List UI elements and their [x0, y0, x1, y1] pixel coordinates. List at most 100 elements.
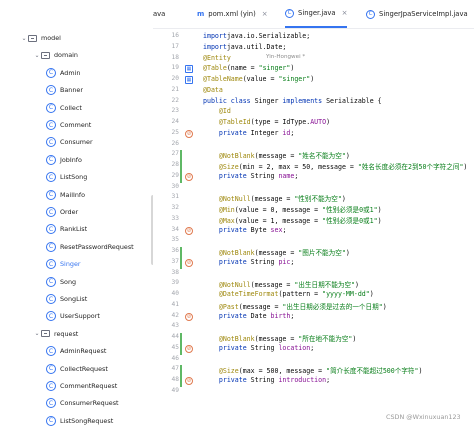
tree-class-jobinfo[interactable]: C JobInfo [46, 152, 82, 168]
close-tab-icon[interactable]: × [262, 10, 268, 18]
code-token: (pattern = [278, 290, 323, 298]
tree-class-commentrequest[interactable]: C CommentRequest [46, 378, 117, 394]
code-token: "出生日期必须是过去的一个日期" [282, 302, 383, 311]
tree-class-resetpasswordrequest[interactable]: C ResetPasswordRequest [46, 239, 134, 255]
tree-folder-domain[interactable]: ⌄ domain [33, 47, 77, 63]
vcs-change-marker[interactable] [180, 343, 182, 355]
tree-class-ranklist[interactable]: C RankList [46, 221, 87, 237]
field-gutter-icon[interactable]: ⊘ [185, 312, 193, 321]
vcs-change-marker[interactable] [180, 365, 182, 376]
vcs-change-marker[interactable] [180, 376, 182, 387]
tab-singerjpaserviceimpl-java[interactable]: CSingerJpaServiceImpl.java× [366, 0, 474, 28]
code-token: ) [341, 195, 346, 204]
code-token: (message = [250, 195, 295, 204]
code-line: private Byte sex; [203, 226, 287, 234]
tree-class-consumer[interactable]: C Consumer [46, 134, 93, 150]
tree-class-collect[interactable]: C Collect [46, 100, 82, 116]
tree-class-collectrequest[interactable]: C CollectRequest [46, 361, 108, 377]
tree-item-label: request [54, 329, 79, 338]
code-token: name [278, 171, 295, 180]
code-line: @NotBlank(message = "图片不能为空") [203, 247, 350, 257]
code-token: java.util.Date; [226, 42, 287, 51]
tree-class-consumerrequest[interactable]: C ConsumerRequest [46, 395, 119, 411]
code-token: @TableId [218, 118, 251, 126]
code-token: ; [290, 311, 295, 320]
vcs-change-marker[interactable] [180, 247, 182, 258]
field-gutter-icon[interactable]: ⊘ [185, 344, 193, 353]
chevron-down-icon[interactable]: ⌄ [33, 330, 41, 337]
close-tab-icon[interactable]: × [342, 9, 348, 17]
tree-class-adminrequest[interactable]: C AdminRequest [46, 343, 106, 359]
code-token: @DateTimeFormat [218, 290, 279, 298]
line-number: 29 [171, 171, 179, 179]
editor-tab-bar: ava m pom.xml (yin) × C Singer.java × C SingerJp… [153, 0, 474, 29]
tree-class-admin[interactable]: C Admin [46, 65, 80, 81]
tree-class-listsong[interactable]: C ListSong [46, 169, 87, 185]
line-number: 37 [171, 257, 179, 265]
code-line: @NotNull(message = "性别不能为空") [203, 193, 346, 203]
field-gutter-icon[interactable]: ⊘ [185, 258, 193, 267]
tab-label: SingerJpaServiceImpl.java [379, 10, 468, 18]
code-token: ) [310, 75, 315, 83]
tree-item-label: Singer [60, 260, 81, 269]
field-gutter-icon[interactable]: ⊘ [185, 172, 193, 181]
code-token: private [218, 128, 247, 137]
tree-item-label: AdminRequest [60, 347, 107, 356]
field-gutter-icon[interactable]: ⊘ [185, 377, 193, 385]
java-class-icon: C [46, 294, 56, 304]
code-token: @NotBlank [218, 249, 255, 257]
tab-label: ava [153, 10, 166, 18]
tab-singer-java[interactable]: C Singer.java × [285, 0, 348, 28]
code-line: @TableName(value = "singer") [203, 75, 314, 83]
tree-class-usersupport[interactable]: C UserSupport [46, 308, 100, 324]
vcs-change-marker[interactable] [180, 171, 182, 183]
code-token: private [218, 171, 247, 180]
vcs-change-marker[interactable] [180, 150, 182, 161]
database-table-icon[interactable]: ▦ [185, 76, 193, 84]
code-token: (min = 2, max = 50, message = [238, 163, 358, 171]
tab-pom-xml-yin[interactable]: m pom.xml (yin) × [197, 0, 268, 28]
code-token: @NotBlank [218, 335, 255, 343]
tree-folder-model[interactable]: ⌄ model [20, 30, 60, 46]
tree-folder-request[interactable]: ⌄ request [33, 326, 78, 342]
tree-class-song[interactable]: C Song [46, 274, 76, 290]
field-gutter-icon[interactable]: ⊘ [185, 226, 193, 235]
tree-class-mailinfo[interactable]: C MailInfo [46, 187, 85, 203]
tree-class-songlist[interactable]: C SongList [46, 291, 87, 307]
code-token: location [278, 343, 311, 352]
code-token: (message = [254, 249, 299, 257]
code-token: AUTO [310, 118, 327, 126]
java-class-icon: C [46, 224, 56, 235]
tab-ava[interactable]: ava [153, 0, 165, 28]
line-number: 35 [171, 236, 179, 244]
database-table-icon[interactable]: ▦ [185, 65, 193, 74]
java-class-icon: C [46, 276, 56, 287]
chevron-down-icon[interactable]: ⌄ [20, 35, 28, 42]
line-number: 26 [171, 139, 179, 147]
vcs-change-marker[interactable] [180, 161, 182, 172]
tree-class-singer[interactable]: C Singer [46, 256, 81, 272]
tree-class-comment[interactable]: C Comment [46, 117, 91, 133]
code-token: String [246, 257, 279, 266]
line-number: 41 [171, 300, 179, 308]
code-token: "性别必须是0或1" [322, 206, 378, 214]
vcs-change-marker[interactable] [180, 333, 182, 344]
vcs-change-marker[interactable] [180, 257, 182, 269]
code-token: @NotNull [218, 195, 251, 204]
code-line: @Entity [203, 54, 231, 62]
tree-class-listsongrequest[interactable]: C ListSongRequest [46, 413, 113, 426]
code-line: private String introduction; [203, 376, 330, 384]
code-token: @Entity [203, 53, 231, 62]
tree-class-banner[interactable]: C Banner [46, 82, 83, 98]
code-line: public class Singer implements Serializa… [203, 97, 382, 105]
chevron-down-icon[interactable]: ⌄ [33, 52, 41, 59]
tree-class-order[interactable]: C Order [46, 204, 78, 220]
field-gutter-icon[interactable]: ⊘ [185, 129, 193, 138]
line-number: 48 [171, 376, 179, 383]
